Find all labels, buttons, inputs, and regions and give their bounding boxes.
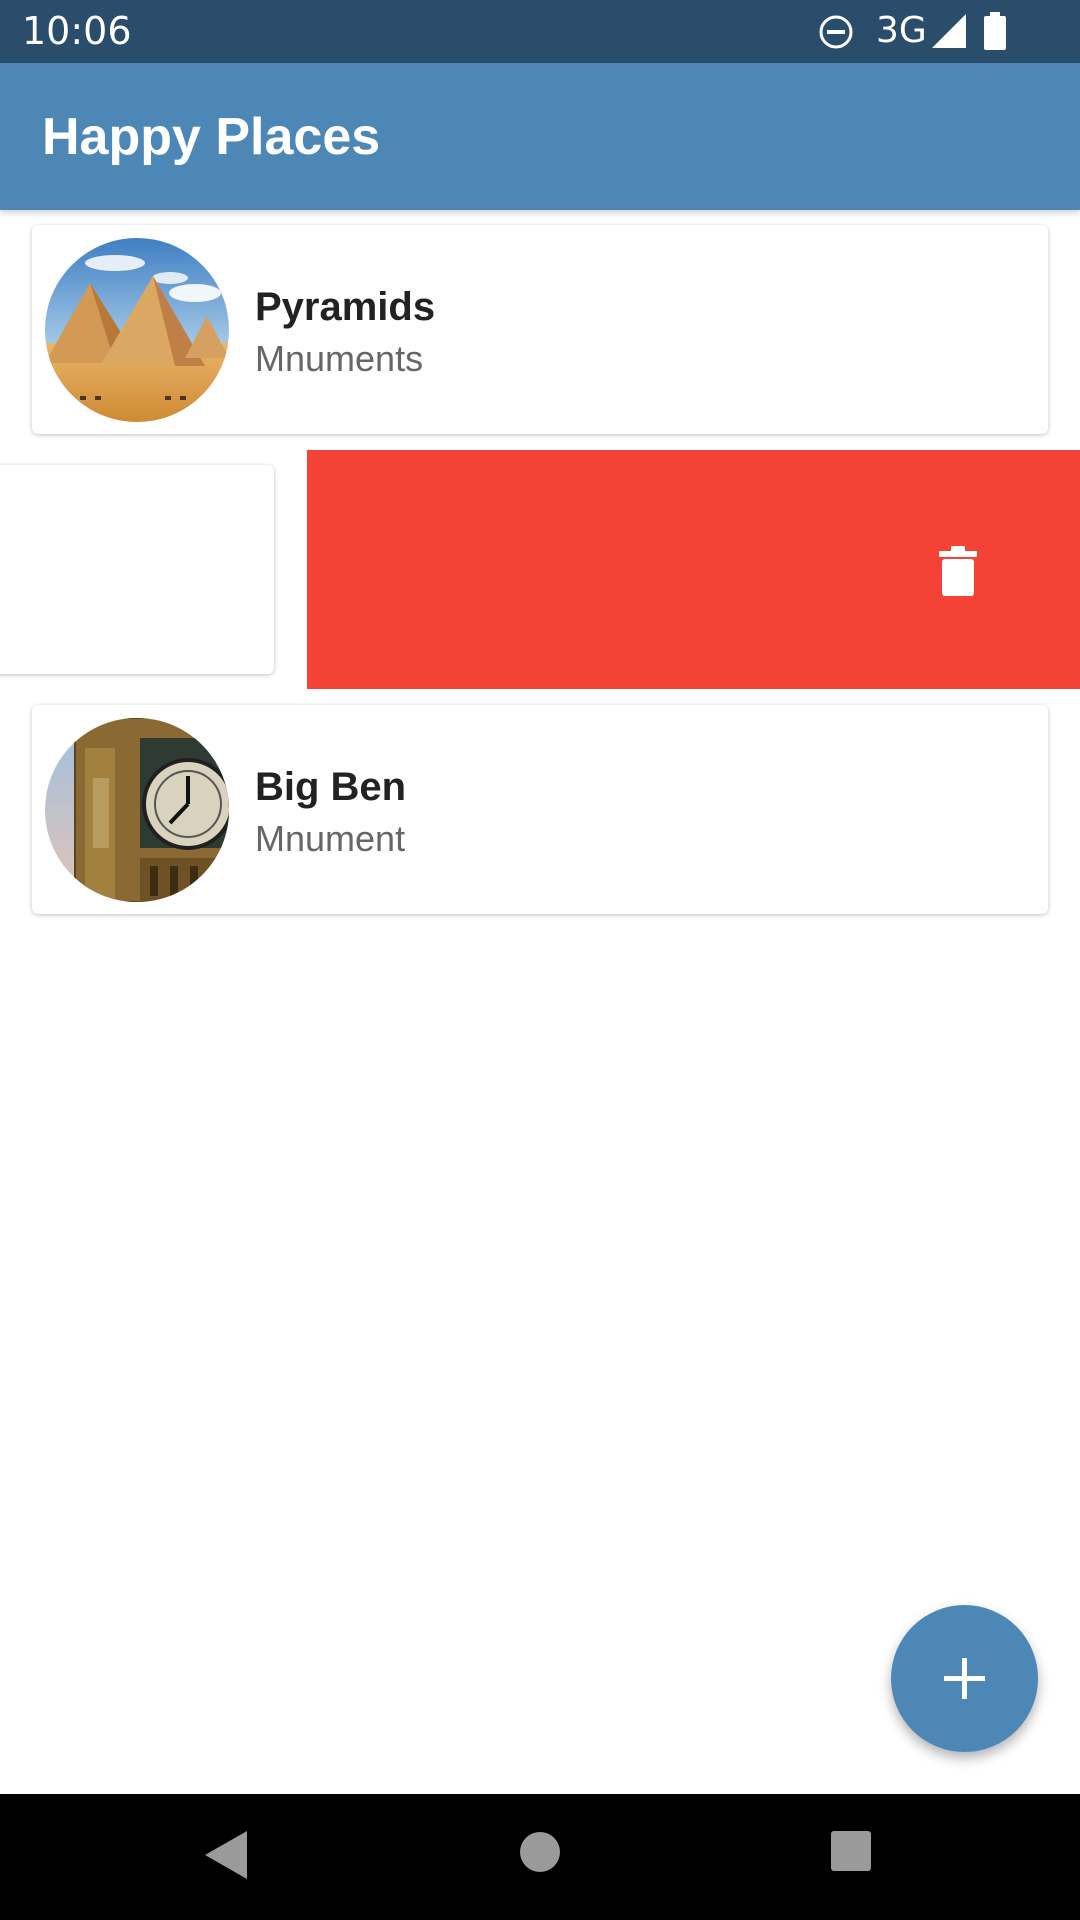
place-category: Mnuments [255,338,424,379]
recents-icon[interactable] [831,1831,871,1871]
pyramids-image [45,238,229,422]
app-bar: Happy Places [0,63,1080,210]
place-name: Pyramids [255,285,436,329]
add-place-button[interactable] [891,1605,1038,1752]
place-card-swiped[interactable] [0,465,274,674]
trash-icon[interactable] [939,546,977,596]
network-type: 3G [876,10,927,51]
place-category: Mnument [255,818,406,859]
swipe-delete-background[interactable] [307,450,1080,689]
battery-icon [984,12,1006,50]
app-title: Happy Places [42,108,381,166]
home-icon[interactable] [520,1832,560,1872]
signal-icon [932,14,966,48]
plus-icon [944,1658,985,1699]
navigation-bar [0,1794,1080,1920]
place-name: Big Ben [255,765,407,809]
place-card-pyramids[interactable]: Pyramids Mnuments [32,225,1048,434]
big-ben-image [45,718,229,902]
status-time: 10:06 [22,9,132,53]
status-bar: 10:06 3G [0,0,1080,63]
do-not-disturb-icon [819,15,853,49]
place-card-big-ben[interactable]: Big Ben Mnument [32,705,1048,914]
back-icon[interactable] [205,1831,247,1879]
